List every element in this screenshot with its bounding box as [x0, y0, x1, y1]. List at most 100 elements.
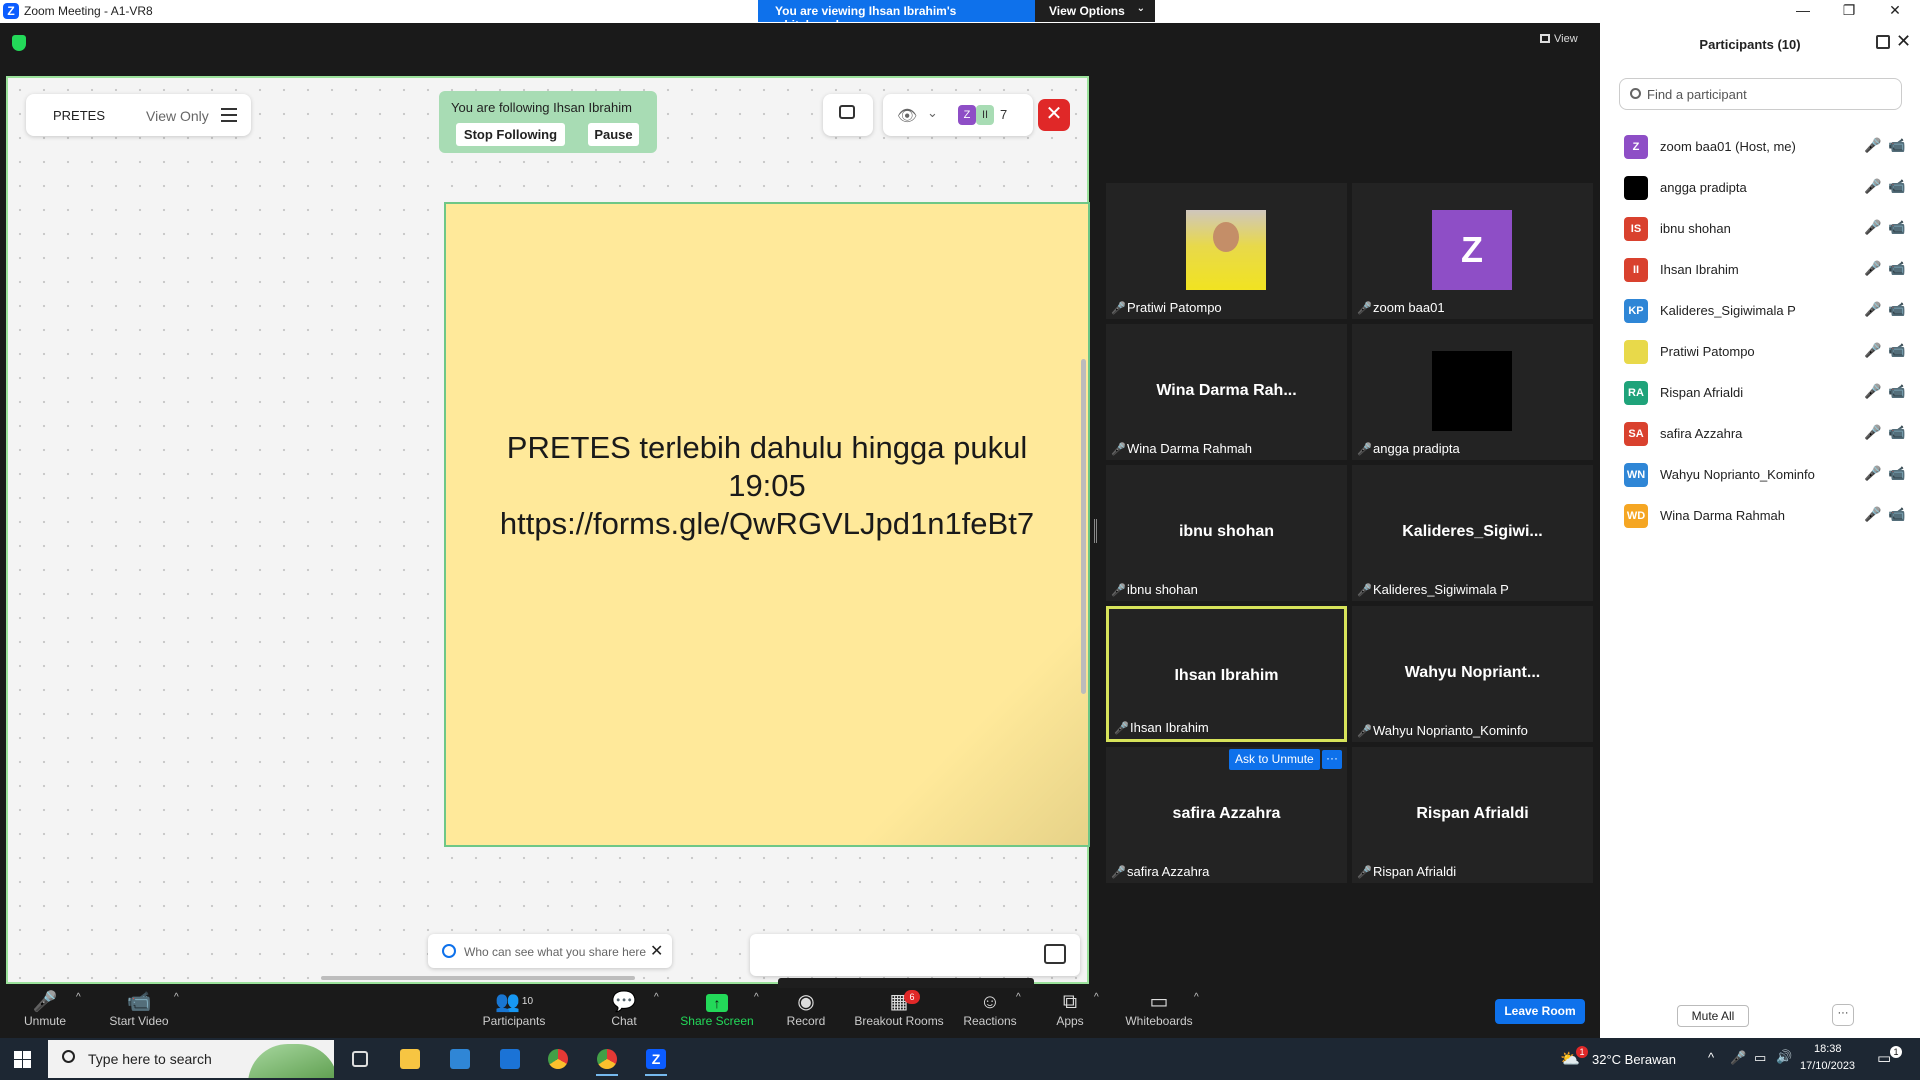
close-window-button[interactable]: ✕	[1872, 0, 1918, 22]
participant-row[interactable]: Zzoom baa01 (Host, me) 🎤 📹	[1600, 127, 1920, 167]
microphone-muted-icon: 🎤	[1357, 583, 1372, 597]
vertical-scrollbar[interactable]	[1081, 359, 1086, 694]
video-tile[interactable]: 🎤Pratiwi Patompo	[1106, 183, 1347, 319]
chevron-up-icon[interactable]: ^	[174, 992, 179, 1003]
microphone-muted-icon: 🎤	[1111, 442, 1126, 456]
volume-icon[interactable]: 🔊	[1776, 1049, 1792, 1065]
record-button[interactable]: ◉ Record	[782, 990, 830, 1028]
close-whiteboard-button[interactable]: ✕	[1038, 99, 1070, 131]
participant-row[interactable]: Pratiwi Patompo 🎤 📹	[1600, 332, 1920, 372]
participant-row[interactable]: II Ihsan Ibrahim 🎤 📹	[1600, 250, 1920, 290]
windows-start-icon[interactable]	[14, 1051, 31, 1068]
participant-avatar: SA	[1624, 422, 1648, 446]
weather-text[interactable]: 32°C Berawan	[1592, 1052, 1676, 1067]
chevron-up-icon[interactable]: ^	[76, 992, 81, 1003]
chrome-icon[interactable]	[538, 1042, 578, 1076]
microsoft-store-icon[interactable]	[440, 1042, 480, 1076]
participants-button[interactable]: 👥 10 Participants	[478, 990, 550, 1028]
chat-button[interactable]: 💬 Chat ^	[600, 990, 658, 1028]
video-tile[interactable]: Wina Darma Rah... 🎤Wina Darma Rahmah	[1106, 324, 1347, 460]
minimize-button[interactable]: —	[1780, 0, 1826, 22]
start-video-button[interactable]: 📹 Start Video ^	[104, 990, 178, 1028]
participant-name: zoom baa01 (Host, me)	[1660, 139, 1796, 154]
video-tile[interactable]: Ihsan Ibrahim 🎤Ihsan Ibrahim	[1106, 606, 1347, 742]
security-shield-icon[interactable]	[12, 35, 26, 51]
participant-name: Kalideres_Sigiwimala P	[1660, 303, 1796, 318]
mail-icon[interactable]	[490, 1042, 530, 1076]
view-options-button[interactable]: View Options ⌄	[1035, 0, 1155, 22]
chevron-down-icon[interactable]: ⌄	[927, 105, 938, 121]
video-tile[interactable]: Kalideres_Sigiwi... 🎤Kalideres_Sigiwimala…	[1352, 465, 1593, 601]
share-screen-icon: ↑	[680, 990, 754, 1014]
eye-icon[interactable]: 👁	[897, 106, 917, 126]
panel-resize-handle[interactable]	[1094, 519, 1097, 543]
chevron-up-icon[interactable]: ^	[1016, 992, 1021, 1003]
pause-following-button[interactable]: Pause	[588, 123, 639, 146]
hamburger-menu-icon[interactable]	[221, 108, 237, 122]
more-options-button[interactable]: ···	[1322, 750, 1342, 769]
chevron-up-icon[interactable]: ^	[1094, 992, 1099, 1003]
note-line: 19:05	[728, 468, 806, 503]
chrome-profile-icon[interactable]	[587, 1042, 627, 1076]
participant-row[interactable]: KP Kalideres_Sigiwimala P 🎤 📹	[1600, 291, 1920, 331]
whiteboard-canvas[interactable]: PRETES View Only You are following Ihsan…	[6, 76, 1090, 1031]
stop-following-button[interactable]: Stop Following	[456, 123, 565, 146]
viewer-avatar: Z	[958, 105, 976, 125]
unmute-button[interactable]: 🎤 Unmute ^	[18, 990, 81, 1028]
file-explorer-icon[interactable]	[390, 1042, 430, 1076]
participant-photo	[1186, 210, 1266, 290]
breakout-rooms-button[interactable]: ▦ 6 Breakout Rooms	[852, 990, 946, 1028]
more-options-button[interactable]: ···	[1832, 1004, 1854, 1026]
view-button[interactable]: View	[1540, 33, 1578, 45]
participant-row[interactable]: WN Wahyu Noprianto_Kominfo 🎤 📹	[1600, 455, 1920, 495]
restore-button[interactable]: ❐	[1826, 0, 1872, 22]
participant-row[interactable]: RA Rispan Afrialdi 🎤 📹	[1600, 373, 1920, 413]
comment-button[interactable]	[823, 94, 873, 136]
horizontal-scrollbar[interactable]	[321, 976, 635, 980]
taskbar-search-box[interactable]: Type here to search	[48, 1040, 334, 1078]
whiteboards-button[interactable]: ▭ Whiteboards ^	[1124, 990, 1198, 1028]
share-screen-button[interactable]: ↑ Share Screen ^	[680, 990, 758, 1028]
tile-name-label: 🎤Wina Darma Rahmah	[1111, 441, 1252, 456]
chevron-up-icon[interactable]: ^	[1194, 992, 1199, 1003]
chevron-up-icon[interactable]: ^	[754, 992, 759, 1003]
apps-button[interactable]: ⧉ Apps ^	[1052, 990, 1098, 1028]
leave-room-button[interactable]: Leave Room	[1495, 999, 1585, 1024]
pages-icon[interactable]	[1044, 944, 1066, 964]
participant-row[interactable]: SA safira Azzahra 🎤 📹	[1600, 414, 1920, 454]
video-tile[interactable]: 🎤angga pradipta	[1352, 324, 1593, 460]
viewer-count: 7	[1000, 107, 1008, 122]
chevron-up-icon[interactable]: ^	[1708, 1050, 1714, 1065]
video-tile[interactable]: Wahyu Nopriant... 🎤Wahyu Noprianto_Kominf…	[1352, 606, 1593, 742]
view-only-label: View Only	[146, 108, 209, 124]
meeting-area: View PRETES View Only You are following …	[0, 23, 1600, 1031]
participants-label: Participants	[482, 1014, 546, 1028]
reactions-button[interactable]: ☺ Reactions ^	[962, 990, 1021, 1028]
title-bar: Z Zoom Meeting - A1-VR8 You are viewing …	[0, 0, 1920, 32]
ask-to-unmute-button[interactable]: Ask to Unmute	[1229, 749, 1320, 770]
close-icon[interactable]: ✕	[650, 941, 663, 961]
video-tile[interactable]: Z 🎤zoom baa01	[1352, 183, 1593, 319]
close-panel-icon[interactable]: ✕	[1896, 31, 1911, 52]
participant-row[interactable]: IS ibnu shohan 🎤 📹	[1600, 209, 1920, 249]
participant-row[interactable]: WD Wina Darma Rahmah 🎤 📹	[1600, 496, 1920, 536]
microphone-muted-icon: 🎤	[1864, 219, 1882, 235]
mute-all-button[interactable]: Mute All	[1677, 1005, 1749, 1027]
video-tile[interactable]: Rispan Afrialdi 🎤Rispan Afrialdi	[1352, 747, 1593, 883]
task-view-icon[interactable]	[340, 1042, 380, 1076]
network-icon[interactable]: ▭	[1754, 1050, 1766, 1066]
microphone-muted-icon: 🎤	[1864, 342, 1882, 358]
participant-search[interactable]	[1619, 78, 1902, 110]
microphone-icon[interactable]: 🎤	[1730, 1050, 1746, 1066]
popout-icon[interactable]	[1876, 35, 1890, 49]
chevron-up-icon[interactable]: ^	[654, 992, 659, 1003]
notification-count: 1	[1890, 1046, 1902, 1058]
video-tile[interactable]: ibnu shohan 🎤ibnu shohan	[1106, 465, 1347, 601]
microphone-muted-icon: 🎤	[1111, 301, 1126, 315]
unmute-label: Unmute	[23, 1014, 67, 1028]
participant-row[interactable]: angga pradipta 🎤 📹	[1600, 168, 1920, 208]
participant-search-input[interactable]	[1647, 85, 1887, 103]
zoom-taskbar-icon[interactable]: Z	[636, 1042, 676, 1076]
tile-participant-name: safira Azzahra	[1127, 864, 1210, 879]
microphone-muted-icon: 🎤	[1357, 865, 1372, 879]
